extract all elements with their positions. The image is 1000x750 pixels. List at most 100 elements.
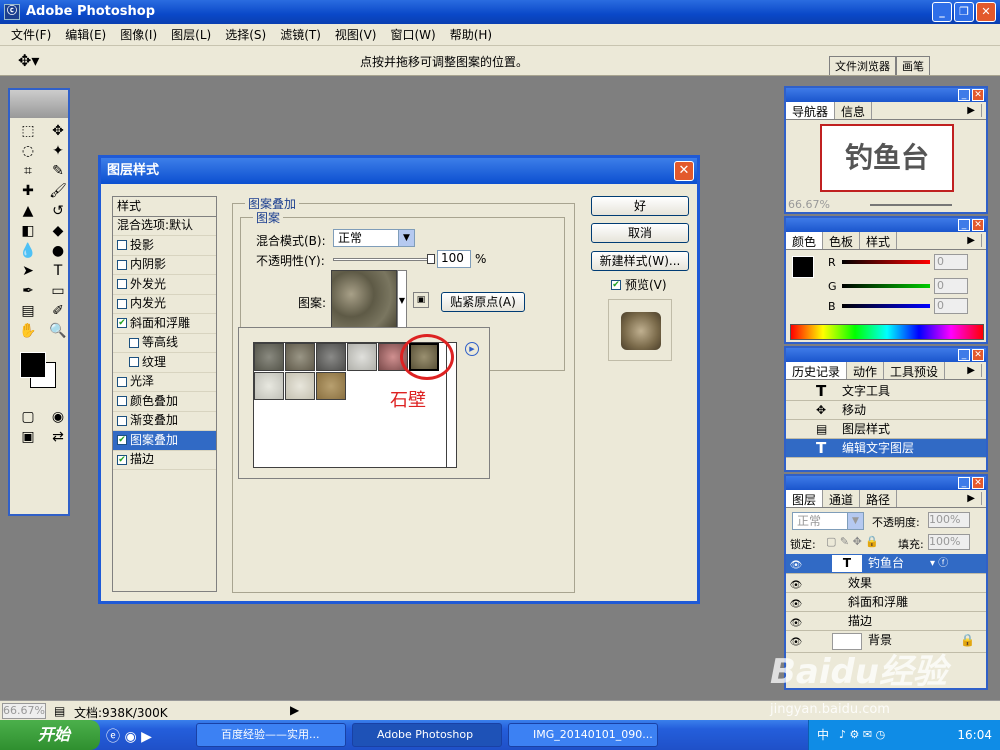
new-style-button[interactable]: 新建样式(W)... xyxy=(591,251,689,271)
crop-tool-icon[interactable]: ⌗ xyxy=(15,162,41,180)
lock-icons[interactable]: ▢ ✎ ✥ 🔒 xyxy=(826,535,879,548)
style-drop-shadow[interactable]: 投影 xyxy=(113,236,216,256)
pattern-swatch[interactable] xyxy=(316,343,346,371)
move-icon[interactable]: ✥ xyxy=(45,122,71,140)
eye-icon[interactable]: 👁 xyxy=(788,556,804,571)
menu-select[interactable]: 选择(S) xyxy=(218,26,273,43)
styles-header[interactable]: 样式 xyxy=(113,197,216,217)
close-button[interactable]: ✕ xyxy=(976,2,996,22)
color-swatches[interactable] xyxy=(14,348,64,400)
layer-effects-row[interactable]: 👁 效果 xyxy=(786,574,986,593)
maximize-button[interactable]: ❐ xyxy=(954,2,974,22)
color-spectrum-bar[interactable] xyxy=(790,324,984,340)
healing-brush-icon[interactable]: ✚ xyxy=(15,182,41,200)
channel-b-slider[interactable] xyxy=(842,304,930,308)
task-baidu-jingyan[interactable]: 百度经验——实用... xyxy=(196,723,346,747)
dialog-close-icon[interactable]: ✕ xyxy=(674,161,694,181)
hand-tool-icon[interactable]: ✋ xyxy=(15,322,41,340)
palette-minimize-icon[interactable]: _ xyxy=(958,477,970,489)
screen-mode-icon[interactable]: ▣ xyxy=(15,428,41,446)
tab-color[interactable]: 颜色 xyxy=(786,232,824,249)
history-item[interactable]: ▤ 图层样式 xyxy=(786,420,986,439)
style-satin[interactable]: 光泽 xyxy=(113,373,216,392)
navigator-zoom[interactable]: 66.67% xyxy=(788,198,830,211)
pattern-swatch[interactable] xyxy=(285,343,315,371)
brush-tool-icon[interactable]: 🖌 xyxy=(45,182,71,200)
history-item[interactable]: T 文字工具 xyxy=(786,382,986,401)
task-image-viewer[interactable]: IMG_20140101_090... xyxy=(508,723,658,747)
opacity-input[interactable]: 100 xyxy=(437,250,471,268)
fill-value[interactable]: 100% xyxy=(928,534,970,550)
pattern-swatch[interactable] xyxy=(254,372,284,400)
notes-tool-icon[interactable]: ▤ xyxy=(15,302,41,320)
jump-to-imageready-icon[interactable]: ⇄ xyxy=(45,428,71,446)
history-item-selected[interactable]: T 编辑文字图层 xyxy=(786,439,986,458)
layer-effect-bevel[interactable]: 👁 斜面和浮雕 xyxy=(786,593,986,612)
tab-navigator[interactable]: 导航器 xyxy=(786,102,836,119)
ok-button[interactable]: 好 xyxy=(591,196,689,216)
tab-file-browser[interactable]: 文件浏览器 xyxy=(829,56,896,75)
eyedropper-icon[interactable]: ✐ xyxy=(45,302,71,320)
slice-tool-icon[interactable]: ✎ xyxy=(45,162,71,180)
tab-styles[interactable]: 样式 xyxy=(860,232,898,249)
menu-edit[interactable]: 编辑(E) xyxy=(58,26,113,43)
style-texture[interactable]: 纹理 xyxy=(113,353,216,373)
palette-minimize-icon[interactable]: _ xyxy=(958,89,970,101)
channel-r-slider[interactable] xyxy=(842,260,930,264)
palette-close-icon[interactable]: ✕ xyxy=(972,477,984,489)
history-brush-icon[interactable]: ↺ xyxy=(45,202,71,220)
start-button[interactable]: 开始 xyxy=(0,720,100,750)
style-contour[interactable]: 等高线 xyxy=(113,334,216,353)
task-photoshop[interactable]: Adobe Photoshop xyxy=(352,723,502,747)
checkbox-icon[interactable] xyxy=(117,376,127,387)
tab-actions[interactable]: 动作 xyxy=(847,362,885,379)
layer-opacity-value[interactable]: 100% xyxy=(928,512,970,528)
eraser-tool-icon[interactable]: ◧ xyxy=(15,222,41,240)
shape-tool-icon[interactable]: ▭ xyxy=(45,282,71,300)
pattern-picker-dropdown-icon[interactable]: ▼ xyxy=(397,270,407,330)
layer-row-text[interactable]: 👁 T 钓鱼台 ▾ ⓕ xyxy=(786,554,986,574)
tab-channels[interactable]: 通道 xyxy=(823,490,861,507)
status-zoom[interactable]: 66.67% xyxy=(2,703,46,719)
navigator-zoom-slider[interactable] xyxy=(870,204,952,206)
checkbox-checked-icon[interactable]: ✔ xyxy=(117,435,127,446)
style-gradient-overlay[interactable]: 渐变叠加 xyxy=(113,412,216,431)
path-select-icon[interactable]: ➤ xyxy=(15,262,41,280)
palette-close-icon[interactable]: ✕ xyxy=(972,89,984,101)
eye-icon[interactable]: 👁 xyxy=(788,576,804,591)
checkbox-checked-icon[interactable]: ✔ xyxy=(117,454,127,465)
tab-brushes[interactable]: 画笔 xyxy=(896,56,930,75)
channel-b-value[interactable]: 0 xyxy=(934,298,968,314)
fx-icon[interactable]: ▾ ⓕ xyxy=(930,554,948,573)
checkbox-checked-icon[interactable]: ✔ xyxy=(117,318,127,329)
new-preset-icon[interactable]: ▣ xyxy=(413,292,429,308)
checkbox-icon[interactable] xyxy=(129,337,139,348)
opacity-slider[interactable] xyxy=(333,258,433,261)
menu-filter[interactable]: 滤镜(T) xyxy=(273,26,328,43)
tab-info[interactable]: 信息 xyxy=(835,102,873,119)
tab-history[interactable]: 历史记录 xyxy=(786,362,848,379)
checkbox-icon[interactable] xyxy=(117,240,127,251)
style-inner-glow[interactable]: 内发光 xyxy=(113,295,216,314)
blend-mode-select[interactable]: 正常 ▼ xyxy=(333,229,415,247)
pattern-swatch[interactable] xyxy=(347,343,377,371)
checkbox-icon[interactable] xyxy=(117,298,127,309)
snap-to-origin-button[interactable]: 贴紧原点(A) xyxy=(441,292,525,312)
quickmask-mode-icon[interactable]: ◉ xyxy=(45,408,71,426)
menu-layer[interactable]: 图层(L) xyxy=(164,26,218,43)
text-tool-icon[interactable]: T xyxy=(45,262,71,280)
tab-swatches[interactable]: 色板 xyxy=(823,232,861,249)
style-pattern-overlay[interactable]: ✔ 图案叠加 xyxy=(113,431,216,451)
menu-view[interactable]: 视图(V) xyxy=(328,26,384,43)
palette-menu-icon[interactable]: ▶ xyxy=(961,104,982,117)
style-stroke[interactable]: ✔ 描边 xyxy=(113,451,216,470)
checkbox-icon[interactable] xyxy=(117,396,127,407)
blur-tool-icon[interactable]: 💧 xyxy=(15,242,41,260)
marquee-tool-icon[interactable]: ⬚ xyxy=(15,122,41,140)
pattern-picker-preview[interactable] xyxy=(331,270,397,330)
clone-stamp-icon[interactable]: ▲ xyxy=(15,202,41,220)
palette-close-icon[interactable]: ✕ xyxy=(972,219,984,231)
cancel-button[interactable]: 取消 xyxy=(591,223,689,243)
channel-r-value[interactable]: 0 xyxy=(934,254,968,270)
menu-image[interactable]: 图像(I) xyxy=(113,26,164,43)
